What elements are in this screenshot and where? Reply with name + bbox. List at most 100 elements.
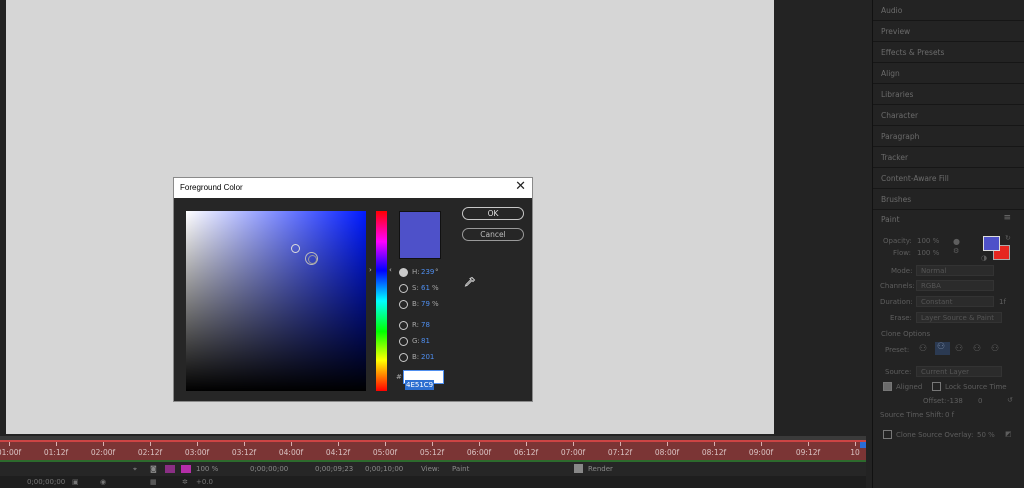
ruler-tick-label: 06:12f <box>513 448 539 457</box>
panel-tab-effects-presets[interactable]: Effects & Presets <box>873 42 1024 63</box>
color-preview-swatch <box>399 211 441 259</box>
clone-options-header[interactable]: Clone Options <box>881 330 930 338</box>
brightness-value[interactable]: 79 <box>421 300 430 308</box>
grid-icon[interactable]: ▦ <box>150 478 157 486</box>
clone-preset-3-icon[interactable]: ⚇ <box>955 344 963 354</box>
offset-y[interactable]: 0 <box>978 397 982 405</box>
time-start[interactable]: 0;00;00;00 <box>250 465 288 473</box>
panel-tab-audio[interactable]: Audio <box>873 0 1024 21</box>
opacity-value[interactable]: 100 % <box>917 237 939 245</box>
saturation-radio[interactable] <box>399 284 408 293</box>
view-dropdown[interactable]: Paint <box>452 465 469 473</box>
ruler-tick-mark <box>56 442 57 446</box>
brush-tip-icon: ● <box>953 237 960 246</box>
panel-tab-brushes[interactable]: Brushes <box>873 189 1024 210</box>
panel-tab-preview[interactable]: Preview <box>873 21 1024 42</box>
clone-preset-1-icon[interactable]: ⚇ <box>919 344 927 354</box>
current-time[interactable]: 0;00;00;00 <box>27 478 65 486</box>
swap-colors-icon[interactable]: ↻ <box>1005 234 1011 242</box>
ruler-tick-label: 03:12f <box>231 448 257 457</box>
color-picker-cursor[interactable] <box>305 252 318 265</box>
mode-dropdown[interactable]: Normal <box>916 265 994 276</box>
duration-frames[interactable]: 1f <box>999 298 1006 306</box>
panel-tab-align[interactable]: Align <box>873 63 1024 84</box>
paint-panel-title[interactable]: Paint <box>881 215 900 224</box>
clone-source-overlay-checkbox[interactable] <box>883 430 892 439</box>
always-preview-icon[interactable]: ⌖ <box>133 465 137 474</box>
clone-preset-2-icon[interactable]: ⚇ <box>935 342 950 355</box>
difference-mode-icon[interactable]: ◩ <box>1005 430 1012 438</box>
offset-x[interactable]: -138 <box>947 397 963 405</box>
green-label: G: <box>412 337 420 345</box>
blue-value[interactable]: 201 <box>421 353 434 361</box>
red-radio[interactable] <box>399 321 408 330</box>
duration[interactable]: 0;00;10;00 <box>365 465 403 473</box>
panel-tab-libraries[interactable]: Libraries <box>873 84 1024 105</box>
cancel-button[interactable]: Cancel <box>462 228 524 241</box>
panel-tab-tracker[interactable]: Tracker <box>873 147 1024 168</box>
channel-icon[interactable]: ◉ <box>100 478 106 486</box>
saturation-label: S: <box>412 284 419 292</box>
reset-offset-icon[interactable]: ↺ <box>1007 396 1013 404</box>
ruler-tick-mark <box>667 442 668 446</box>
source-dropdown[interactable]: Current Layer <box>916 366 1002 377</box>
ruler-tick-label: 04:00f <box>278 448 304 457</box>
hue-radio[interactable] <box>399 268 408 277</box>
red-value[interactable]: 78 <box>421 321 430 329</box>
lock-source-time-checkbox[interactable] <box>932 382 941 391</box>
playhead-marker[interactable] <box>860 442 866 448</box>
eyedropper-icon[interactable] <box>463 276 476 289</box>
source-time-shift-value[interactable]: 0 f <box>945 411 954 419</box>
hamburger-menu-icon[interactable]: ≡ <box>1003 213 1011 223</box>
hue-slider[interactable] <box>376 211 387 391</box>
hue-value[interactable]: 239 <box>421 268 434 276</box>
brightness-radio[interactable] <box>399 300 408 309</box>
panel-tab-content-aware-fill[interactable]: Content-Aware Fill <box>873 168 1024 189</box>
green-radio[interactable] <box>399 337 408 346</box>
saturation-brightness-field[interactable] <box>186 211 366 391</box>
close-icon[interactable]: ✕ <box>515 180 526 194</box>
reset-colors-icon[interactable]: ◑ <box>981 254 987 262</box>
ruler-tick-mark <box>432 442 433 446</box>
panel-tab-paragraph[interactable]: Paragraph <box>873 126 1024 147</box>
clone-preset-5-icon[interactable]: ⚇ <box>991 344 999 354</box>
clone-source-overlay-label: Clone Source Overlay: <box>896 431 974 439</box>
foreground-color-swatch[interactable] <box>983 236 1000 251</box>
exposure-value[interactable]: +0.0 <box>196 478 213 486</box>
render-checkbox[interactable] <box>574 464 583 473</box>
hue-slider-left-arrow-icon[interactable]: › <box>369 266 372 274</box>
ruler-tick-mark <box>526 442 527 446</box>
zoom-level[interactable]: 100 % <box>196 465 218 473</box>
hex-input[interactable]: 4E51C9 <box>403 370 444 390</box>
ruler-tick-label: 05:00f <box>372 448 398 457</box>
exposure-reset-icon[interactable]: ✲ <box>182 478 188 486</box>
duration-dropdown[interactable]: Constant <box>916 296 994 307</box>
camera-icon[interactable]: ▣ <box>72 478 79 486</box>
ruler-tick-mark <box>761 442 762 446</box>
erase-dropdown[interactable]: Layer Source & Paint <box>916 312 1002 323</box>
region-icon[interactable]: ◙ <box>150 465 157 473</box>
ok-button[interactable]: OK <box>462 207 524 220</box>
hue-unit: ° <box>435 268 439 276</box>
dialog-title: Foreground Color <box>180 183 243 192</box>
clone-source-overlay-value[interactable]: 50 % <box>977 431 995 439</box>
ruler-tick-mark <box>9 442 10 446</box>
ruler-tick-label: 07:00f <box>560 448 586 457</box>
green-value[interactable]: 81 <box>421 337 430 345</box>
flow-label: Flow: <box>893 249 911 257</box>
dialog-title-bar[interactable]: Foreground Color ✕ <box>174 178 532 198</box>
time-end[interactable]: 0;00;09;23 <box>315 465 353 473</box>
aligned-checkbox[interactable] <box>883 382 892 391</box>
paint-panel: Paint ≡ Opacity: 100 % Flow: 100 % ● ⚙ ◑… <box>873 211 1024 488</box>
blue-radio[interactable] <box>399 353 408 362</box>
channels-dropdown[interactable]: RGBA <box>916 280 994 291</box>
ruler-tick-mark <box>150 442 151 446</box>
panel-tab-character[interactable]: Character <box>873 105 1024 126</box>
ruler-tick-label: 02:12f <box>137 448 163 457</box>
time-ruler[interactable]: 01:00f 01:12f 02:00f 02:12f 03:00f 03:12f 04:0… <box>0 440 866 460</box>
saturation-value[interactable]: 61 <box>421 284 430 292</box>
hue-slider-right-arrow-icon[interactable]: ‹ <box>389 266 392 274</box>
flow-value[interactable]: 100 % <box>917 249 939 257</box>
clone-preset-4-icon[interactable]: ⚇ <box>973 344 981 354</box>
ruler-tick-mark <box>197 442 198 446</box>
